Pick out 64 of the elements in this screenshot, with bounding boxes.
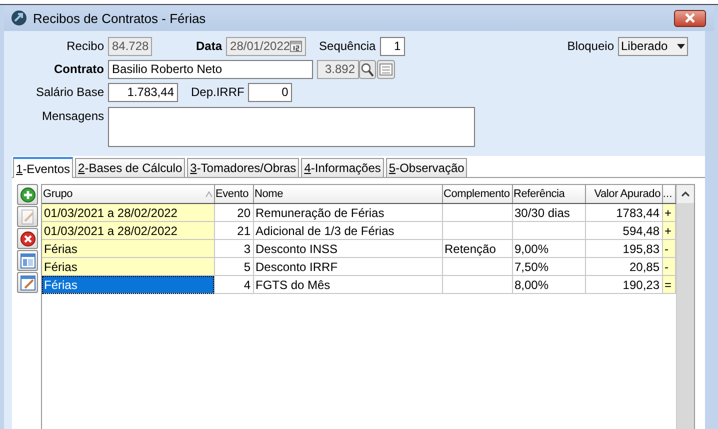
scrollbar[interactable] — [676, 185, 694, 429]
contract-field[interactable]: Basilio Roberto Neto — [108, 60, 313, 78]
event-cell: 5 — [214, 258, 253, 276]
contract-code-field: 3.892 — [317, 60, 359, 78]
group-cell[interactable]: Férias — [42, 258, 214, 276]
column-header[interactable]: Complemento — [442, 185, 512, 204]
event-cell: 21 — [214, 222, 253, 240]
edit-window-button[interactable] — [17, 272, 38, 293]
name-cell: Adicional de 1/3 de Férias — [253, 222, 442, 240]
lock-status-dropdown[interactable]: Liberado — [618, 36, 688, 56]
group-cell[interactable]: 01/03/2021 a 28/02/2022 — [42, 204, 214, 222]
complement-cell: Retenção — [442, 240, 512, 258]
value-cell: 1783,44 — [585, 204, 662, 222]
value-cell: 195,83 — [585, 240, 662, 258]
field-label: Sequência — [319, 39, 376, 53]
field-label: Recibo — [66, 39, 104, 53]
column-header[interactable]: Nome — [253, 185, 442, 204]
reference-cell: 30/30 dias — [512, 204, 585, 222]
messages-field[interactable] — [108, 107, 475, 147]
group-cell[interactable]: 01/03/2021 a 28/02/2022 — [42, 222, 214, 240]
field-label: Bloqueio — [567, 39, 614, 53]
salary-field[interactable]: 1.783,44 — [108, 82, 178, 102]
event-cell: 20 — [214, 204, 253, 222]
scroll-up-icon[interactable] — [680, 191, 690, 197]
group-cell[interactable]: Férias — [42, 276, 214, 294]
window-title: Recibos de Contratos - Férias — [33, 10, 207, 26]
reference-cell: 7,50% — [512, 258, 585, 276]
search-icon[interactable] — [359, 60, 376, 78]
column-header[interactable]: Valor Apurado — [585, 185, 662, 204]
tab[interactable]: 2-Bases de Cálculo — [75, 158, 186, 177]
dependents-field[interactable]: 0 — [248, 82, 292, 102]
sequence-field[interactable]: 1 — [380, 36, 405, 56]
delete-button[interactable] — [17, 228, 38, 249]
close-icon[interactable] — [684, 13, 696, 23]
tab[interactable]: 3-Tomadores/Obras — [187, 158, 300, 177]
name-cell: Remuneração de Férias — [253, 204, 442, 222]
column-header[interactable]: Grupo — [43, 188, 73, 200]
field-label: Contrato — [53, 62, 104, 76]
tab[interactable]: 5-Observação — [386, 158, 468, 177]
name-cell: FGTS do Mês — [253, 276, 442, 294]
column-header[interactable]: Evento — [214, 185, 253, 204]
column-header[interactable]: … — [662, 185, 675, 204]
window-button[interactable] — [17, 250, 38, 271]
value-cell: 190,23 — [585, 276, 662, 294]
value-cell: 594,48 — [585, 222, 662, 240]
tab[interactable]: 1-Eventos — [13, 157, 74, 178]
name-cell: Desconto IRRF — [253, 258, 442, 276]
value-cell: 20,85 — [585, 258, 662, 276]
reference-cell: 9,00% — [512, 240, 585, 258]
tab[interactable]: 4-Informações — [301, 158, 384, 177]
field-label: Salário Base — [34, 85, 104, 99]
group-cell[interactable]: Férias — [42, 240, 214, 258]
event-cell: 3 — [214, 240, 253, 258]
name-cell: Desconto INSS — [253, 240, 442, 258]
reference-cell: 8,00% — [512, 276, 585, 294]
column-header[interactable]: Referência — [512, 185, 585, 204]
field-label: Data — [196, 39, 222, 53]
field-label: Dep.IRRF — [191, 85, 244, 99]
field-label: Mensagens — [40, 109, 104, 123]
event-cell: 4 — [214, 276, 253, 294]
add-button[interactable] — [17, 184, 38, 205]
app-icon — [11, 10, 27, 26]
dropdown-arrow-icon — [677, 44, 685, 48]
close-button[interactable] — [674, 10, 706, 26]
